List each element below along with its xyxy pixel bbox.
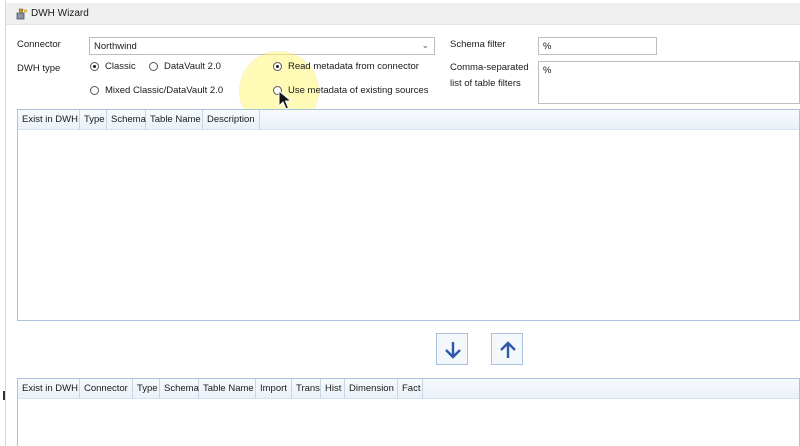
- target-col-table-name[interactable]: Table Name: [199, 379, 256, 399]
- window-title: DWH Wizard: [31, 8, 89, 19]
- target-col-dimension[interactable]: Dimension: [345, 379, 398, 399]
- radio-selected-icon: [273, 62, 282, 71]
- wizard-app-icon: [16, 8, 28, 20]
- radio-unselected-icon: [149, 62, 158, 71]
- chevron-down-icon[interactable]: ⌄: [421, 40, 429, 51]
- source-grid-header: Exist in DWH Type Schema Table Name Desc…: [18, 110, 799, 130]
- dwh-type-datavault-label: DataVault 2.0: [164, 61, 221, 72]
- source-col-type[interactable]: Type: [80, 110, 107, 130]
- table-filter-label-line1: Comma-separated: [450, 62, 529, 73]
- dwh-type-mixed-label: Mixed Classic/DataVault 2.0: [105, 85, 224, 96]
- mouse-pointer-icon: [278, 90, 292, 110]
- use-existing-metadata-label: Use metadata of existing sources: [288, 85, 429, 96]
- dwh-type-classic-label: Classic: [105, 61, 136, 72]
- target-col-type[interactable]: Type: [133, 379, 160, 399]
- use-existing-metadata-radio[interactable]: Use metadata of existing sources: [273, 85, 428, 96]
- read-metadata-radio[interactable]: Read metadata from connector: [273, 61, 419, 72]
- connector-label: Connector: [17, 39, 61, 50]
- dwh-type-datavault-radio[interactable]: DataVault 2.0: [149, 61, 221, 72]
- left-edge-mark: [3, 391, 5, 400]
- schema-filter-input[interactable]: %: [538, 37, 657, 55]
- dwh-type-label: DWH type: [17, 63, 61, 74]
- table-filter-label-line2: list of table filters: [450, 78, 521, 89]
- connector-select-value: Northwind: [94, 41, 137, 52]
- read-metadata-label: Read metadata from connector: [288, 61, 419, 72]
- target-grid-header: Exist in DWH Connector Type Schema Table…: [18, 379, 799, 399]
- target-col-exist-in-dwh[interactable]: Exist in DWH: [18, 379, 80, 399]
- title-bar: [6, 3, 800, 25]
- target-col-import[interactable]: Import: [256, 379, 292, 399]
- radio-selected-icon: [90, 62, 99, 71]
- source-col-table-name[interactable]: Table Name: [146, 110, 203, 130]
- window-left-edge: [0, 0, 6, 446]
- move-up-button[interactable]: [491, 333, 523, 365]
- target-col-connector[interactable]: Connector: [80, 379, 133, 399]
- source-col-schema[interactable]: Schema: [107, 110, 146, 130]
- source-col-exist-in-dwh[interactable]: Exist in DWH: [18, 110, 80, 130]
- dwh-type-classic-radio[interactable]: Classic: [90, 61, 136, 72]
- arrow-up-icon: [500, 341, 516, 358]
- target-tables-grid[interactable]: Exist in DWH Connector Type Schema Table…: [17, 378, 800, 446]
- connector-select[interactable]: Northwind ⌄: [89, 37, 435, 55]
- arrow-down-icon: [445, 342, 461, 359]
- target-col-schema[interactable]: Schema: [160, 379, 199, 399]
- dwh-type-mixed-radio[interactable]: Mixed Classic/DataVault 2.0: [90, 85, 223, 96]
- schema-filter-label: Schema filter: [450, 39, 506, 50]
- source-col-description[interactable]: Description: [203, 110, 260, 130]
- radio-unselected-icon: [90, 86, 99, 95]
- target-col-trans[interactable]: Trans: [292, 379, 321, 399]
- move-down-button[interactable]: [436, 333, 468, 365]
- target-col-fact[interactable]: Fact: [398, 379, 423, 399]
- table-filters-textarea[interactable]: %: [538, 61, 800, 104]
- target-col-hist[interactable]: Hist: [321, 379, 345, 399]
- source-tables-grid[interactable]: Exist in DWH Type Schema Table Name Desc…: [17, 109, 800, 321]
